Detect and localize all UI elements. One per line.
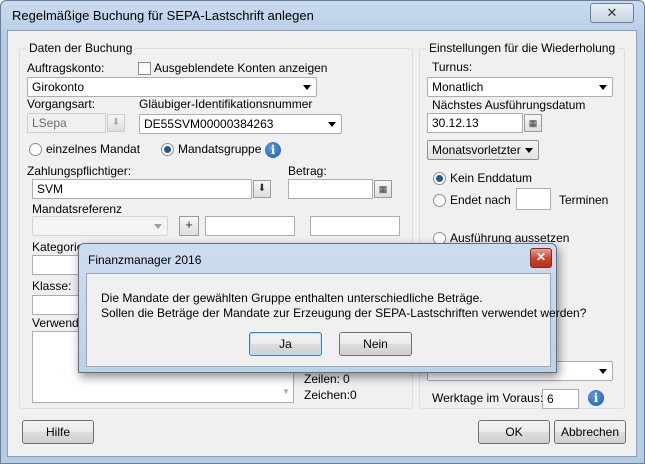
dialog-body: Die Mandate der gewählten Gruppe enthalt… bbox=[86, 273, 586, 367]
cancel-button[interactable]: Abbrechen bbox=[554, 420, 626, 444]
creditor-label: Gläubiger-Identifikationsnummer bbox=[139, 97, 313, 111]
chevron-down-icon bbox=[599, 85, 607, 90]
interval-select[interactable]: Monatlich bbox=[427, 77, 613, 97]
info-icon[interactable]: i bbox=[265, 142, 281, 158]
ends-after-radio[interactable] bbox=[433, 194, 446, 207]
next-date-label: Nächstes Ausführungsdatum bbox=[432, 98, 586, 112]
chevron-down-icon bbox=[599, 369, 607, 374]
creditor-select-value: DE55SVM00000384263 bbox=[144, 117, 274, 131]
interval-label: Turnus: bbox=[432, 60, 473, 74]
mandate-field-1[interactable] bbox=[205, 216, 295, 236]
calculator-icon[interactable]: ▦ bbox=[374, 180, 392, 198]
dialog-close-button[interactable]: ✕ bbox=[530, 248, 552, 268]
ends-after-label: Endet nach bbox=[450, 193, 511, 207]
download-icon[interactable]: ⬇ bbox=[253, 180, 271, 198]
payer-field[interactable]: SVM bbox=[32, 179, 252, 199]
class-label: Klasse: bbox=[32, 279, 72, 293]
category-label: Kategorie bbox=[32, 240, 84, 254]
interval-select-value: Monatlich bbox=[432, 80, 484, 94]
no-end-radio[interactable] bbox=[433, 172, 446, 185]
amount-field[interactable] bbox=[288, 179, 373, 199]
lines-label: Zeilen: bbox=[304, 372, 341, 386]
chevron-down-icon bbox=[154, 224, 162, 229]
mandate-group-label: Mandatsgruppe bbox=[178, 142, 262, 156]
account-select-value: Girokonto bbox=[32, 80, 85, 94]
mandate-field-2[interactable] bbox=[310, 216, 400, 236]
add-icon[interactable]: + bbox=[179, 216, 199, 236]
mandate-ref-label: Mandatsreferenz bbox=[32, 202, 123, 216]
chevron-down-icon bbox=[525, 148, 533, 153]
scroll-down-icon[interactable]: ▼ bbox=[282, 387, 290, 396]
workdays-field[interactable]: 6 bbox=[542, 389, 579, 409]
calendar-icon[interactable]: ▦ bbox=[524, 114, 542, 132]
window-title: Regelmäßige Buchung für SEPA-Lastschrift… bbox=[12, 8, 314, 23]
amount-label: Betrag: bbox=[288, 164, 327, 178]
terms-label: Terminen bbox=[559, 193, 609, 207]
ok-button[interactable]: OK bbox=[478, 420, 550, 444]
ends-after-field[interactable] bbox=[516, 188, 551, 210]
single-mandate-radio[interactable] bbox=[29, 143, 42, 156]
process-field: LSepa bbox=[27, 113, 106, 133]
mandate-ref-select bbox=[32, 216, 168, 236]
process-label: Vorgangsart: bbox=[27, 97, 96, 111]
download-icon: ⬇ bbox=[107, 114, 125, 132]
yes-button[interactable]: Ja bbox=[249, 332, 322, 356]
no-end-label: Kein Enddatum bbox=[450, 171, 533, 185]
account-label: Auftragskonto: bbox=[27, 61, 105, 75]
workdays-label: Werktage im Voraus: bbox=[432, 391, 544, 405]
mandate-group-radio[interactable] bbox=[161, 143, 174, 156]
window-close-button[interactable]: ✕ bbox=[590, 3, 634, 23]
lines-value: 0 bbox=[343, 372, 350, 386]
creditor-select[interactable]: DE55SVM00000384263 bbox=[139, 114, 342, 134]
day-rule-select[interactable]: Monatsvorletzter bbox=[427, 140, 539, 160]
hidden-accounts-label: Ausgeblendete Konten anzeigen bbox=[154, 61, 328, 75]
day-rule-select-value: Monatsvorletzter bbox=[432, 143, 521, 157]
dialog-message-line1: Die Mandate der gewählten Gruppe enthalt… bbox=[101, 291, 483, 305]
no-button[interactable]: Nein bbox=[339, 332, 412, 356]
single-mandate-label: einzelnes Mandat bbox=[46, 142, 141, 156]
dialog-close-label: ✕ bbox=[535, 250, 547, 264]
repeat-legend: Einstellungen für die Wiederholung bbox=[429, 41, 616, 55]
info-icon[interactable]: i bbox=[588, 390, 604, 406]
dialog-title: Finanzmanager 2016 bbox=[88, 253, 202, 267]
chars-value: 0 bbox=[350, 388, 357, 402]
payer-label: Zahlungspflichtiger: bbox=[27, 164, 132, 178]
account-select[interactable]: Girokonto bbox=[27, 77, 317, 97]
chars-label: Zeichen: bbox=[304, 388, 351, 402]
message-dialog: Finanzmanager 2016 ✕ Die Mandate der gew… bbox=[78, 243, 586, 373]
dialog-message-line2: Sollen die Beträge der Mandate zur Erzeu… bbox=[101, 306, 587, 320]
chevron-down-icon bbox=[328, 122, 336, 127]
help-button[interactable]: Hilfe bbox=[22, 420, 94, 444]
chevron-down-icon bbox=[303, 85, 311, 90]
next-date-field[interactable]: 30.12.13 bbox=[427, 113, 523, 133]
booking-legend: Daten der Buchung bbox=[29, 41, 133, 55]
hidden-accounts-checkbox[interactable] bbox=[138, 62, 151, 75]
